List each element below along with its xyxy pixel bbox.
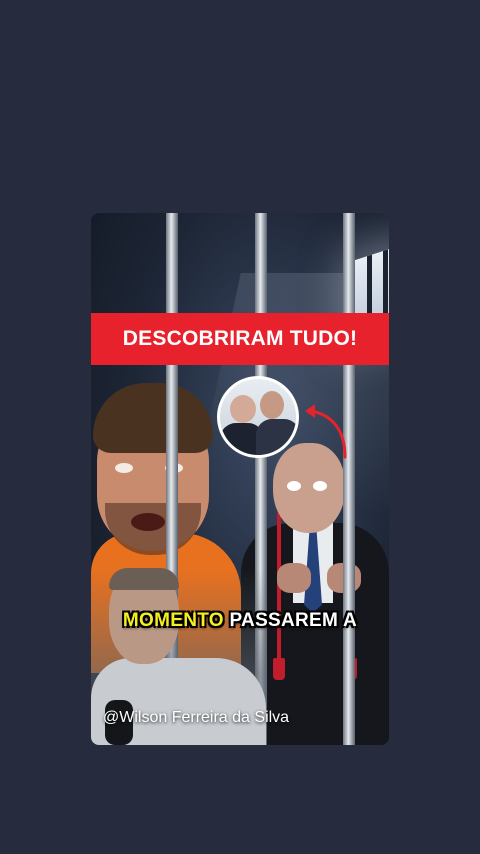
headline-banner: DESCOBRIRAM TUDO! bbox=[91, 313, 389, 365]
headline-text: DESCOBRIRAM TUDO! bbox=[122, 327, 358, 350]
caption-text: PASSAREM A bbox=[229, 610, 358, 631]
inset-photo bbox=[217, 376, 299, 458]
video-player[interactable]: DESCOBRIRAM TUDO! MOMENTO PASSAREM A @Wi… bbox=[91, 213, 389, 745]
prison-bar bbox=[343, 213, 355, 745]
channel-watermark: @Wilson Ferreira da Silva bbox=[103, 709, 290, 726]
caption-highlight-word: MOMENTO bbox=[122, 610, 224, 631]
subtitle-caption: MOMENTO PASSAREM A bbox=[91, 610, 389, 632]
curved-arrow-icon bbox=[305, 404, 347, 459]
